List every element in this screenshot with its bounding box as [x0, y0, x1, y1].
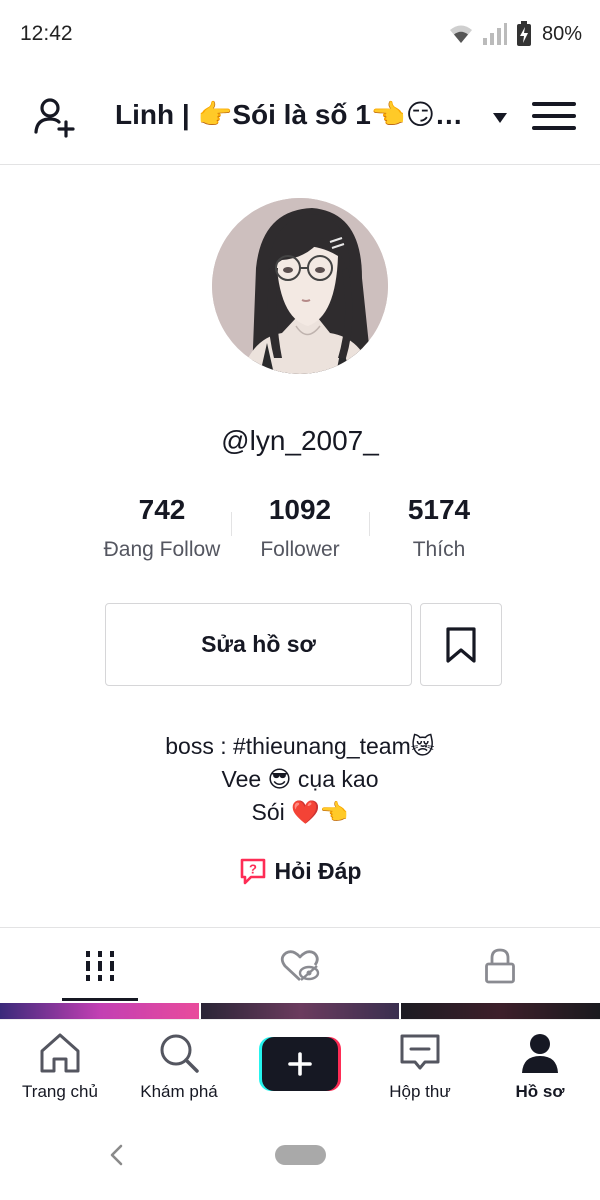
svg-text:?: ? [249, 862, 257, 877]
nav-label: Hộp thư [389, 1082, 451, 1101]
signal-icon [482, 23, 507, 45]
username: @lyn_2007_ [221, 425, 379, 456]
back-icon[interactable] [105, 1143, 129, 1167]
lock-icon [485, 948, 515, 984]
add-user-icon [34, 98, 75, 138]
qa-link[interactable]: ? Hỏi Đáp [0, 857, 600, 885]
battery-percent: 80% [541, 22, 582, 45]
profile-title[interactable]: Linh | 👉Sói là số 1👈😏… [115, 98, 490, 131]
profile-stats: 742 Đang Follow 1092 Follower 5174 Thích [0, 490, 600, 570]
profile-icon [517, 1030, 563, 1076]
menu-icon-bar [532, 102, 576, 106]
tab-private[interactable] [400, 928, 600, 1004]
stat-label: Thích [412, 538, 466, 561]
stat-value: 1092 [268, 494, 332, 525]
nav-label: Khám phá [140, 1082, 218, 1101]
home-icon [37, 1030, 83, 1076]
stat-value: 5174 [407, 494, 471, 525]
menu-button[interactable] [532, 94, 576, 138]
status-time: 12:42 [20, 22, 73, 45]
question-answer-icon: ? [240, 858, 265, 885]
nav-inbox[interactable]: Hộp thư [360, 1030, 480, 1110]
avatar[interactable] [212, 198, 388, 374]
status-bar: 12:42 80% [0, 0, 600, 70]
system-nav-bar [0, 1119, 600, 1200]
stat-value: 742 [138, 494, 186, 525]
wifi-icon [449, 25, 472, 43]
inbox-icon [397, 1030, 443, 1076]
tab-videos[interactable] [0, 928, 200, 1004]
search-icon [156, 1030, 202, 1076]
nav-discover[interactable]: Khám phá [119, 1030, 239, 1110]
stat-label: Đang Follow [103, 538, 221, 561]
stat-following[interactable]: 742 Đang Follow [87, 490, 237, 562]
nav-home[interactable]: Trang chủ [0, 1030, 120, 1110]
caret-down-icon[interactable] [490, 108, 510, 128]
plus-icon [262, 1037, 338, 1091]
menu-icon-bar [532, 114, 576, 118]
video-thumbnail[interactable] [200, 1003, 400, 1019]
bottom-nav: Trang chủ Khám phá Hộp thư Hồ sơ [0, 1019, 600, 1119]
favorites-button[interactable] [420, 603, 502, 686]
add-friend-button[interactable] [30, 92, 80, 142]
nav-profile[interactable]: Hồ sơ [480, 1030, 600, 1110]
edit-profile-button[interactable]: Sửa hồ sơ [105, 603, 412, 686]
stat-likes[interactable]: 5174 Thích [364, 490, 514, 562]
profile-header: Linh | 👉Sói là số 1👈😏… [0, 70, 600, 165]
bio-line: boss : #thieunang_team😿 [165, 733, 435, 759]
nav-label: Hồ sơ [515, 1082, 565, 1101]
bookmark-icon [446, 626, 476, 663]
video-thumbnails [0, 1003, 600, 1019]
battery-icon [516, 21, 531, 46]
status-icons: 80% [448, 18, 582, 50]
liked-hidden-icon [280, 950, 320, 982]
nav-label: Trang chủ [22, 1082, 98, 1101]
create-button[interactable] [259, 1037, 341, 1091]
video-thumbnail[interactable] [0, 1003, 199, 1019]
videos-grid-icon [86, 951, 114, 981]
avatar-illustration [212, 198, 388, 374]
menu-icon-bar [532, 126, 576, 130]
bio: boss : #thieunang_team😿 Vee 😎 cụa kao Só… [0, 730, 600, 829]
bio-line: Sói ❤️👈 [251, 799, 349, 825]
stat-followers[interactable]: 1092 Follower [225, 490, 375, 562]
home-pill[interactable] [275, 1145, 326, 1165]
qa-label: Hỏi Đáp [274, 857, 362, 884]
tab-indicator [62, 998, 138, 1001]
video-thumbnail[interactable] [401, 1003, 600, 1019]
stat-label: Follower [260, 538, 340, 561]
tab-liked[interactable] [200, 928, 400, 1004]
bio-line: Vee 😎 cụa kao [221, 766, 379, 792]
profile-tabs [0, 927, 600, 1003]
